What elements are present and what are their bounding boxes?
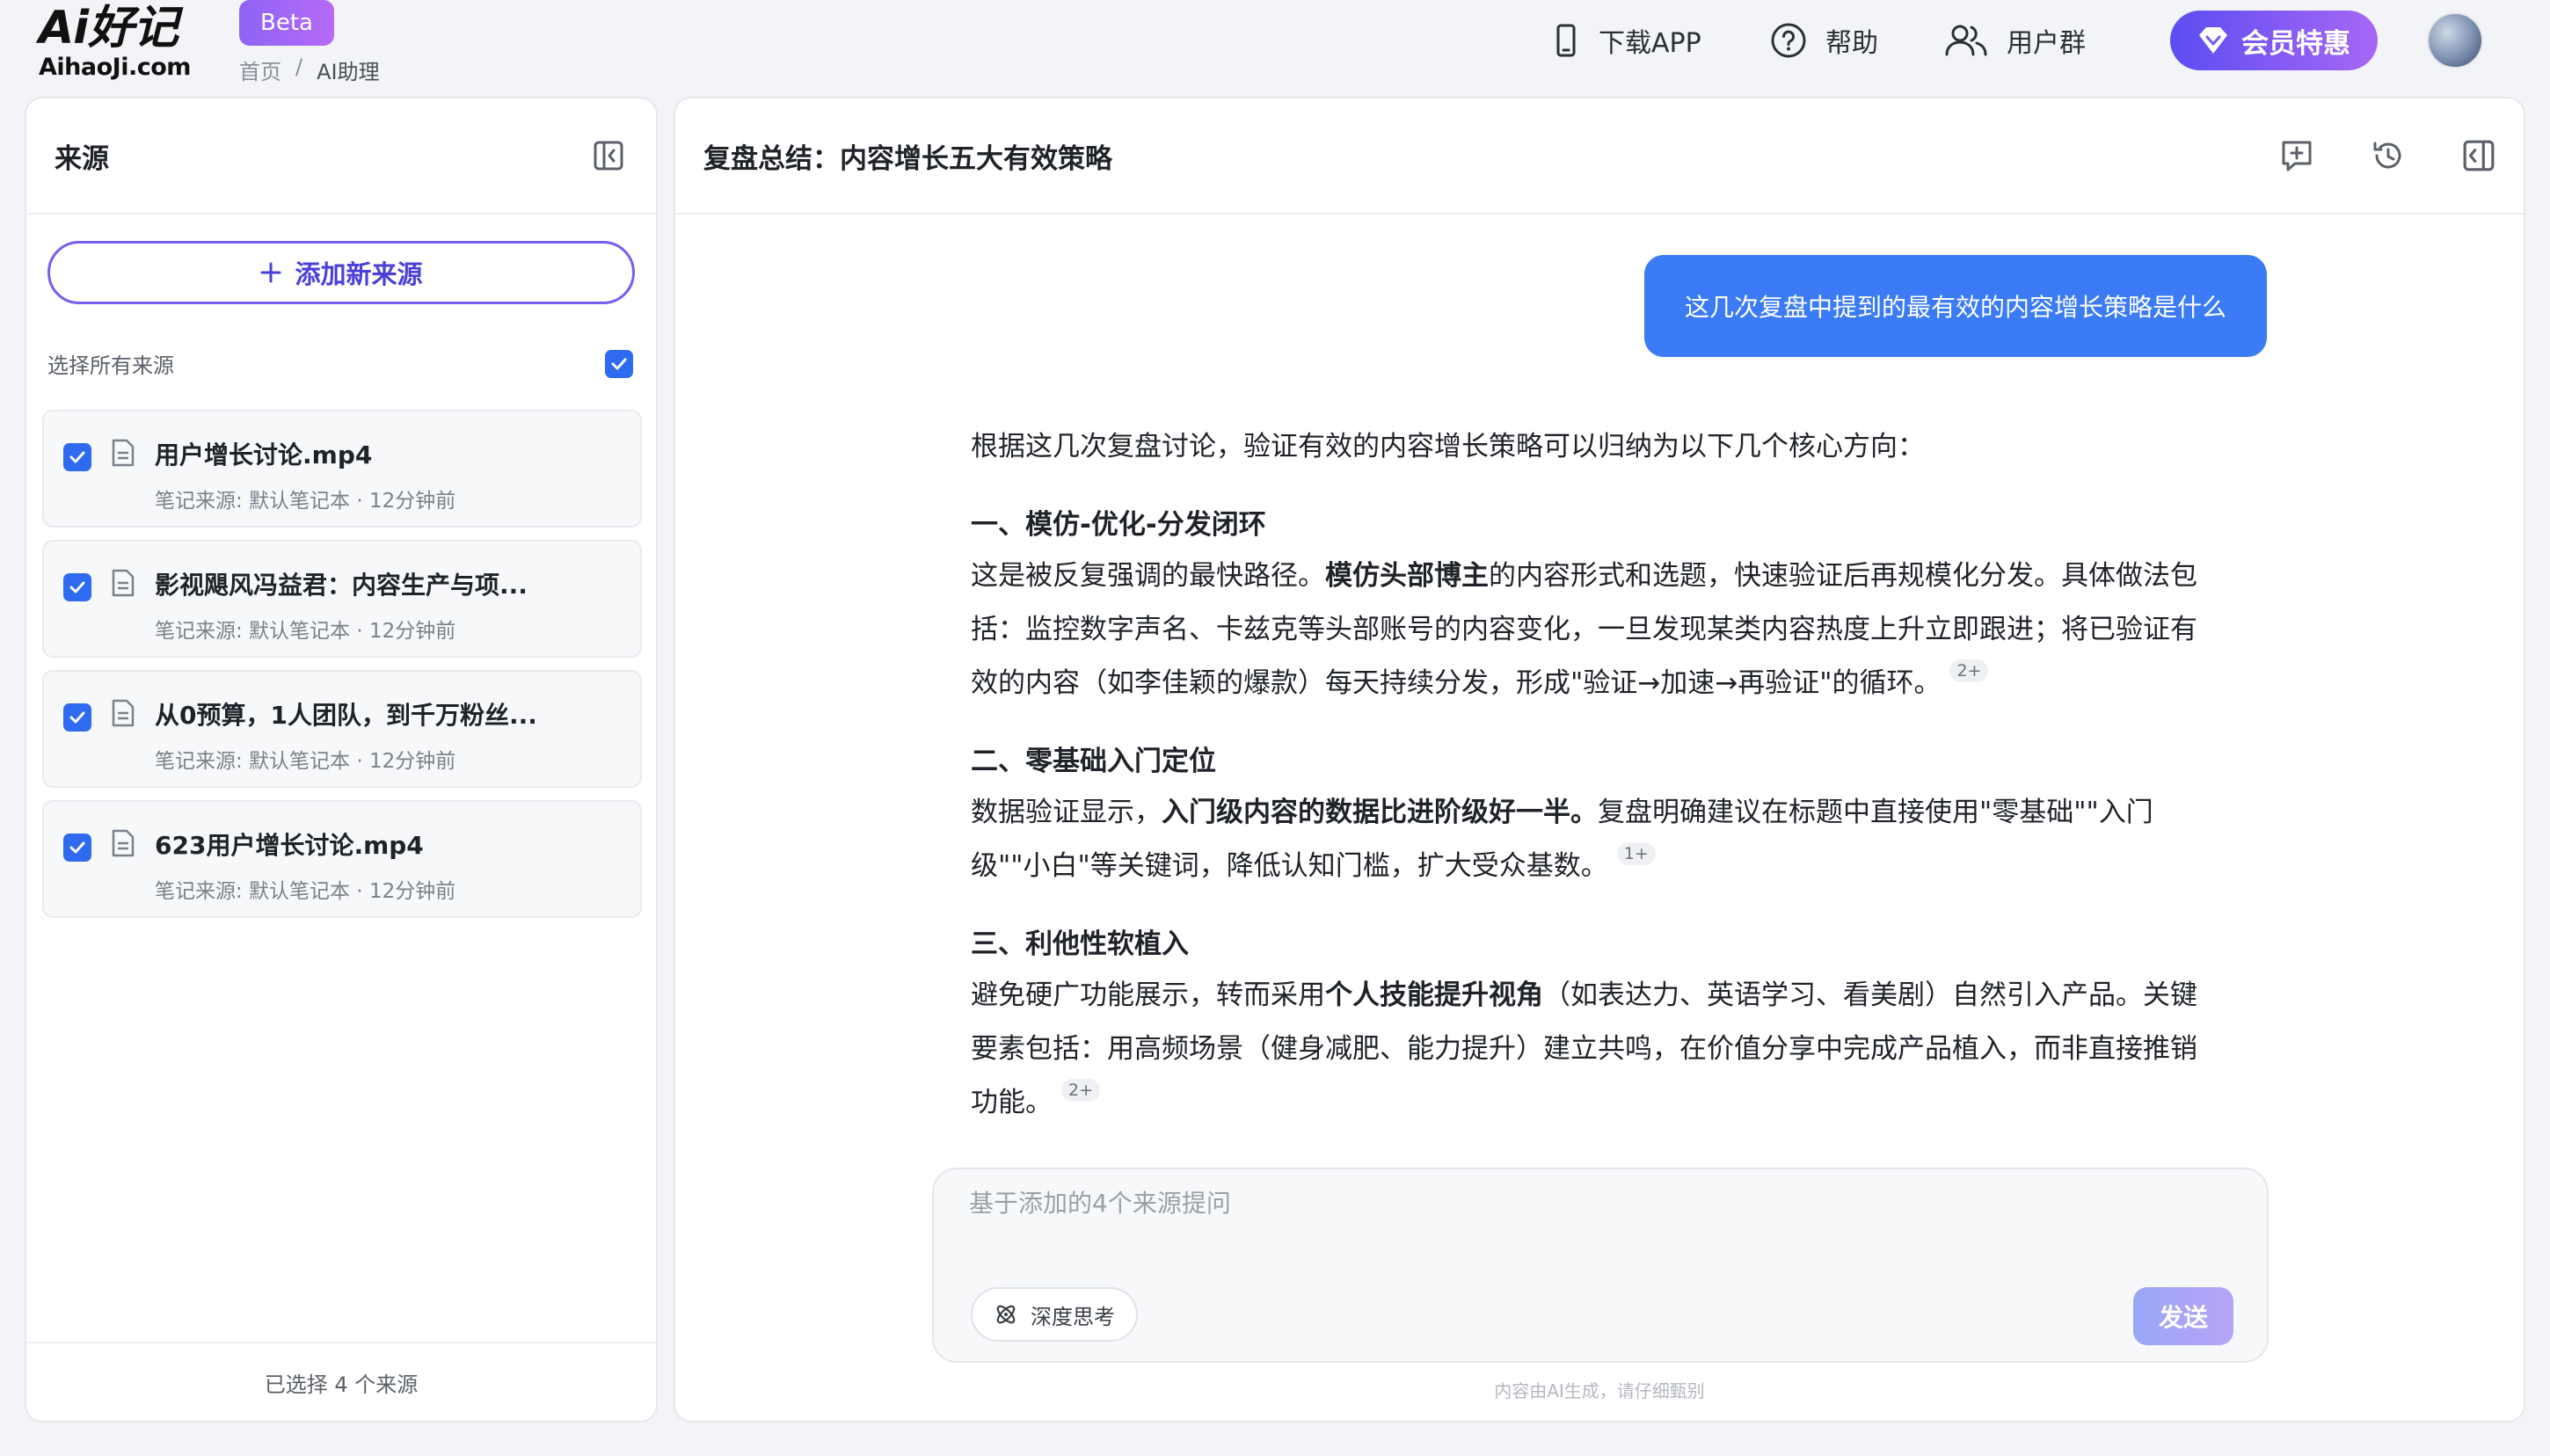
citation-badge[interactable]: 2+ [1061, 1079, 1101, 1102]
source-checkbox[interactable] [63, 703, 91, 732]
document-icon [112, 569, 135, 597]
check-icon [69, 711, 85, 724]
source-text: 从0预算，1人团队，到千万粉丝... 笔记来源: 默认笔记本 · 12分钟前 [155, 696, 537, 786]
logo-main: Ai好记 [39, 2, 178, 55]
add-source-label: 添加新来源 [295, 259, 423, 289]
atom-icon [996, 1305, 1016, 1324]
source-name: 影视飓风冯益君：内容生产与项... [155, 571, 528, 600]
help-link[interactable]: 帮助 [1769, 18, 1878, 63]
breadcrumb-current: AI助理 [317, 60, 380, 84]
diamond-icon [2199, 27, 2227, 54]
collapse-icon[interactable] [593, 140, 624, 171]
source-meta: 笔记来源: 默认笔记本 · 12分钟前 [155, 880, 456, 903]
history-icon[interactable] [2371, 138, 2406, 173]
breadcrumb-separator: / [295, 55, 303, 79]
document-icon [112, 829, 135, 857]
user-group-link[interactable]: 用户群 [1943, 18, 2086, 63]
source-item[interactable]: 从0预算，1人团队，到千万粉丝... 笔记来源: 默认笔记本 · 12分钟前 [42, 670, 642, 788]
help-label: 帮助 [1825, 28, 1878, 59]
source-meta: 笔记来源: 默认笔记本 · 12分钟前 [155, 490, 456, 513]
source-name: 从0预算，1人团队，到千万粉丝... [155, 701, 537, 730]
source-checkbox[interactable] [63, 834, 91, 862]
body-emphasis: 模仿头部博主 [1325, 560, 1489, 592]
deep-think-toggle[interactable]: 深度思考 [971, 1287, 1138, 1342]
section-body: 这是被反复强调的最快路径。模仿头部博主的内容形式和选题，快速验证后再规模化分发。… [971, 550, 2219, 710]
chat-header-actions [2279, 138, 2495, 173]
answer-intro: 根据这几次复盘讨论，验证有效的内容增长策略可以归纳为以下几个核心方向： [971, 431, 1925, 462]
chat-title: 复盘总结：内容增长五大有效策略 [703, 142, 1112, 175]
body-emphasis: 入门级内容的数据比进阶级好一半。 [1162, 797, 1598, 828]
chat-header: 复盘总结：内容增长五大有效策略 [675, 98, 2524, 215]
top-header: Ai好记 AihaoJi.com Beta 首页 / AI助理 下载APP 帮助… [0, 0, 2550, 95]
assistant-answer: 根据这几次复盘讨论，验证有效的内容增长策略可以归纳为以下几个核心方向： 一、模仿… [971, 420, 2219, 1156]
new-chat-icon[interactable] [2279, 138, 2314, 173]
citation-badge[interactable]: 2+ [1949, 659, 1989, 682]
breadcrumb-home[interactable]: 首页 [239, 55, 281, 85]
beta-badge: Beta [239, 0, 334, 46]
source-checkbox[interactable] [63, 443, 91, 471]
body-emphasis: 个人技能提升视角 [1325, 979, 1543, 1011]
add-source-button[interactable]: 添加新来源 [47, 241, 635, 304]
document-icon [112, 439, 135, 467]
avatar[interactable] [2427, 12, 2483, 69]
composer: 深度思考 发送 [932, 1168, 2269, 1363]
section-heading: 三、利他性软植入 [971, 928, 1189, 960]
sources-panel: 来源 添加新来源 选择所有来源 用户增长讨论.mp4 笔记来源: 默认笔记本 ·… [25, 97, 658, 1423]
phone-icon [1556, 24, 1576, 57]
vip-offer-label: 会员特惠 [2241, 27, 2350, 60]
download-app-label: 下载APP [1599, 28, 1701, 59]
user-group-label: 用户群 [2007, 28, 2086, 59]
section-body: 数据验证显示，入门级内容的数据比进阶级好一半。复盘明确建议在标题中直接使用"零基… [971, 786, 2219, 893]
user-message: 这几次复盘中提到的最有效的内容增长策略是什么 [1644, 255, 2267, 357]
select-all-checkbox[interactable] [605, 349, 633, 378]
download-app-link[interactable]: 下载APP [1551, 18, 1701, 63]
body-text: 数据验证显示， [971, 797, 1162, 828]
section-body: 避免硬广功能展示，转而采用个人技能提升视角（如表达力、英语学习、看美剧）自然引入… [971, 969, 2219, 1130]
check-icon [69, 451, 85, 463]
collapse-icon[interactable] [2462, 139, 2495, 172]
document-icon [112, 699, 135, 727]
body-text: 这是被反复强调的最快路径。 [971, 560, 1325, 592]
check-icon [69, 841, 85, 854]
source-checkbox[interactable] [63, 573, 91, 601]
source-name: 623用户增长讨论.mp4 [155, 831, 424, 860]
source-item[interactable]: 用户增长讨论.mp4 笔记来源: 默认笔记本 · 12分钟前 [42, 410, 642, 528]
section-heading: 一、模仿-优化-分发闭环 [971, 509, 1266, 541]
help-icon [1771, 23, 1806, 58]
chat-panel: 复盘总结：内容增长五大有效策略 这几次复盘中提到的最有效的内容增长策略是什么 根… [674, 97, 2525, 1423]
select-all-label: 选择所有来源 [47, 353, 174, 378]
body-text: 避免硬广功能展示，转而采用 [971, 979, 1325, 1011]
select-all-row: 选择所有来源 [47, 348, 633, 379]
vip-offer-button[interactable]: 会员特惠 [2170, 11, 2378, 70]
check-icon [69, 581, 85, 593]
selected-count: 已选择 4 个来源 [26, 1342, 656, 1421]
deep-think-label: 深度思考 [1031, 1304, 1115, 1329]
source-meta: 笔记来源: 默认笔记本 · 12分钟前 [155, 620, 456, 643]
source-item[interactable]: 623用户增长讨论.mp4 笔记来源: 默认笔记本 · 12分钟前 [42, 800, 642, 918]
source-text: 用户增长讨论.mp4 笔记来源: 默认笔记本 · 12分钟前 [155, 436, 455, 526]
breadcrumb: 首页 / AI助理 [239, 55, 380, 85]
check-icon [611, 358, 627, 369]
question-input[interactable] [969, 1189, 2200, 1218]
logo-domain: AihaoJi.com [39, 54, 191, 81]
source-name: 用户增长讨论.mp4 [155, 440, 373, 470]
citation-badge[interactable]: 1+ [1616, 842, 1656, 865]
source-item[interactable]: 影视飓风冯益君：内容生产与项... 笔记来源: 默认笔记本 · 12分钟前 [42, 540, 642, 658]
plus-icon [260, 262, 281, 283]
source-text: 影视飓风冯益君：内容生产与项... 笔记来源: 默认笔记本 · 12分钟前 [155, 566, 528, 656]
send-button[interactable]: 发送 [2133, 1287, 2233, 1345]
section-heading: 二、零基础入门定位 [971, 746, 1216, 777]
source-meta: 笔记来源: 默认笔记本 · 12分钟前 [155, 750, 456, 773]
users-icon [1945, 25, 1987, 56]
logo[interactable]: Ai好记 AihaoJi.com [39, 2, 191, 81]
sources-header: 来源 [26, 98, 656, 215]
sources-title: 来源 [55, 142, 109, 175]
source-text: 623用户增长讨论.mp4 笔记来源: 默认笔记本 · 12分钟前 [155, 826, 455, 916]
ai-disclaimer: 内容由AI生成，请仔细甄别 [1494, 1380, 1705, 1401]
